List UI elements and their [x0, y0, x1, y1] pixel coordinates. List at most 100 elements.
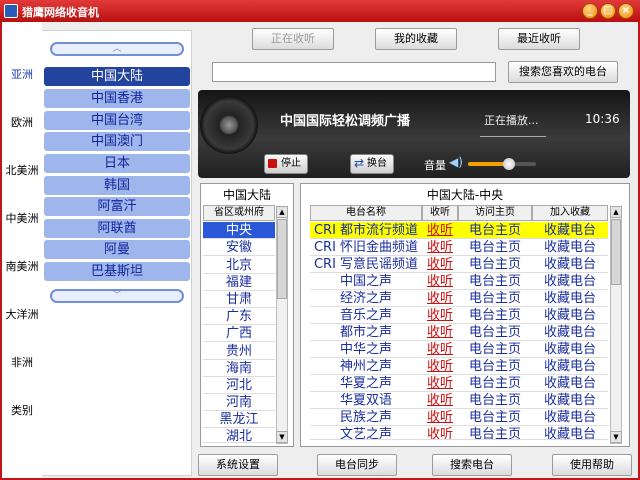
- add-favorite-link[interactable]: 收藏电台: [532, 307, 608, 324]
- region-scroll-up[interactable]: ︿: [50, 42, 184, 56]
- listen-link[interactable]: 收听: [422, 341, 458, 358]
- province-item[interactable]: 福建: [203, 274, 275, 291]
- add-favorite-link[interactable]: 收藏电台: [532, 273, 608, 290]
- tab-central-america[interactable]: 中美洲: [2, 194, 42, 242]
- tab-asia[interactable]: 亚洲: [2, 50, 42, 98]
- table-row[interactable]: CRI 写意民谣频道 收听 电台主页 收藏电台: [310, 256, 608, 273]
- table-row[interactable]: 华夏之声 收听 电台主页 收藏电台: [310, 375, 608, 392]
- homepage-link[interactable]: 电台主页: [458, 358, 532, 375]
- col-header-favorite[interactable]: 加入收藏: [532, 205, 608, 221]
- province-item[interactable]: 广西: [203, 325, 275, 342]
- homepage-link[interactable]: 电台主页: [458, 290, 532, 307]
- add-favorite-link[interactable]: 收藏电台: [532, 256, 608, 273]
- add-favorite-link[interactable]: 收藏电台: [532, 358, 608, 375]
- listen-link[interactable]: 收听: [422, 239, 458, 256]
- table-row[interactable]: CRI 都市流行频道 收听 电台主页 收藏电台: [310, 222, 608, 239]
- homepage-link[interactable]: 电台主页: [458, 307, 532, 324]
- table-row[interactable]: CRI 怀旧金曲频道 收听 电台主页 收藏电台: [310, 239, 608, 256]
- table-row[interactable]: 神州之声 收听 电台主页 收藏电台: [310, 358, 608, 375]
- region-item[interactable]: 阿曼: [44, 240, 190, 259]
- settings-button[interactable]: 系统设置: [198, 454, 278, 476]
- region-item[interactable]: 中国大陆: [44, 67, 190, 86]
- province-item[interactable]: 河南: [203, 394, 275, 411]
- add-favorite-link[interactable]: 收藏电台: [532, 239, 608, 256]
- province-item[interactable]: 中央: [203, 222, 275, 239]
- homepage-link[interactable]: 电台主页: [458, 392, 532, 409]
- table-row[interactable]: 音乐之声 收听 电台主页 收藏电台: [310, 307, 608, 324]
- maximize-button[interactable]: □: [600, 3, 616, 19]
- homepage-link[interactable]: 电台主页: [458, 341, 532, 358]
- recent-button[interactable]: 最近收听: [498, 28, 580, 50]
- region-item[interactable]: 巴基斯坦: [44, 262, 190, 281]
- homepage-link[interactable]: 电台主页: [458, 239, 532, 256]
- now-playing-button[interactable]: 正在收听: [252, 28, 334, 50]
- listen-link[interactable]: 收听: [422, 273, 458, 290]
- province-item[interactable]: 贵州: [203, 343, 275, 360]
- add-favorite-link[interactable]: 收藏电台: [532, 426, 608, 439]
- province-item[interactable]: 甘肃: [203, 291, 275, 308]
- col-header-name[interactable]: 电台名称: [310, 205, 422, 221]
- listen-link[interactable]: 收听: [422, 375, 458, 392]
- listen-link[interactable]: 收听: [422, 426, 458, 439]
- province-item[interactable]: 湖北: [203, 428, 275, 443]
- tab-europe[interactable]: 欧洲: [2, 98, 42, 146]
- homepage-link[interactable]: 电台主页: [458, 426, 532, 439]
- province-item[interactable]: 海南: [203, 360, 275, 377]
- region-item[interactable]: 阿富汗: [44, 197, 190, 216]
- region-item[interactable]: 阿联酋: [44, 219, 190, 238]
- station-scroll-up-arrow[interactable]: ▲: [610, 206, 622, 218]
- tab-africa[interactable]: 非洲: [2, 338, 42, 386]
- table-row[interactable]: 文艺之声 收听 电台主页 收藏电台: [310, 426, 608, 440]
- add-favorite-link[interactable]: 收藏电台: [532, 409, 608, 426]
- station-sync-button[interactable]: 电台同步: [317, 454, 397, 476]
- table-row[interactable]: 中国之声 收听 电台主页 收藏电台: [310, 273, 608, 290]
- region-item[interactable]: 日本: [44, 154, 190, 173]
- add-favorite-link[interactable]: 收藏电台: [532, 324, 608, 341]
- close-button[interactable]: ×: [618, 3, 634, 19]
- province-item[interactable]: 北京: [203, 257, 275, 274]
- listen-link[interactable]: 收听: [422, 307, 458, 324]
- homepage-link[interactable]: 电台主页: [458, 409, 532, 426]
- tab-south-america[interactable]: 南美洲: [2, 242, 42, 290]
- add-favorite-link[interactable]: 收藏电台: [532, 375, 608, 392]
- search-input[interactable]: [212, 62, 496, 82]
- search-station-button[interactable]: 搜索您喜欢的电台: [508, 61, 618, 83]
- listen-link[interactable]: 收听: [422, 222, 458, 239]
- tab-north-america[interactable]: 北美洲: [2, 146, 42, 194]
- province-scroll-thumb[interactable]: [277, 219, 287, 299]
- region-item[interactable]: 中国澳门: [44, 132, 190, 151]
- province-item[interactable]: 黑龙江: [203, 411, 275, 428]
- listen-link[interactable]: 收听: [422, 358, 458, 375]
- add-favorite-link[interactable]: 收藏电台: [532, 222, 608, 239]
- table-row[interactable]: 都市之声 收听 电台主页 收藏电台: [310, 324, 608, 341]
- homepage-link[interactable]: 电台主页: [458, 273, 532, 290]
- homepage-link[interactable]: 电台主页: [458, 324, 532, 341]
- table-row[interactable]: 民族之声 收听 电台主页 收藏电台: [310, 409, 608, 426]
- col-header-listen[interactable]: 收听: [422, 205, 458, 221]
- province-item[interactable]: 河北: [203, 377, 275, 394]
- province-item[interactable]: 安徽: [203, 239, 275, 256]
- my-favorites-button[interactable]: 我的收藏: [375, 28, 457, 50]
- region-item[interactable]: 中国台湾: [44, 111, 190, 130]
- table-row[interactable]: 中华之声 收听 电台主页 收藏电台: [310, 341, 608, 358]
- region-item[interactable]: 韩国: [44, 176, 190, 195]
- tab-category[interactable]: 类别: [2, 386, 42, 434]
- add-favorite-link[interactable]: 收藏电台: [532, 290, 608, 307]
- table-row[interactable]: 华夏双语 收听 电台主页 收藏电台: [310, 392, 608, 409]
- homepage-link[interactable]: 电台主页: [458, 256, 532, 273]
- listen-link[interactable]: 收听: [422, 392, 458, 409]
- minimize-button[interactable]: _: [582, 3, 598, 19]
- province-scroll-up-arrow[interactable]: ▲: [276, 206, 288, 218]
- tab-oceania[interactable]: 大洋洲: [2, 290, 42, 338]
- add-favorite-link[interactable]: 收藏电台: [532, 392, 608, 409]
- table-row[interactable]: 经济之声 收听 电台主页 收藏电台: [310, 290, 608, 307]
- homepage-link[interactable]: 电台主页: [458, 222, 532, 239]
- homepage-link[interactable]: 电台主页: [458, 375, 532, 392]
- listen-link[interactable]: 收听: [422, 409, 458, 426]
- province-column-header[interactable]: 省区或州府: [203, 205, 275, 221]
- col-header-home[interactable]: 访问主页: [458, 205, 532, 221]
- listen-link[interactable]: 收听: [422, 324, 458, 341]
- region-item[interactable]: 中国香港: [44, 89, 190, 108]
- region-scroll-down[interactable]: ﹀: [50, 289, 184, 303]
- add-favorite-link[interactable]: 收藏电台: [532, 341, 608, 358]
